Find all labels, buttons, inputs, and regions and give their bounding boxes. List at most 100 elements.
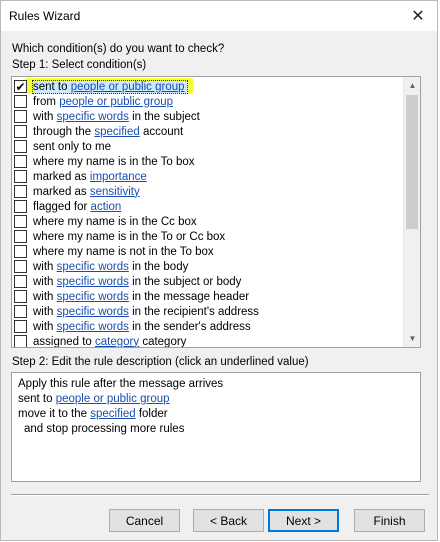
close-button[interactable]: ✕ xyxy=(399,1,437,31)
condition-checkbox[interactable] xyxy=(14,215,27,228)
condition-checkbox[interactable] xyxy=(14,305,27,318)
condition-row[interactable]: ✔ sent to people or public group xyxy=(14,78,403,94)
window-title: Rules Wizard xyxy=(9,9,81,23)
condition-label: with specific words in the subject or bo… xyxy=(33,276,243,288)
condition-label: sent only to me xyxy=(33,141,113,153)
condition-list[interactable]: ✔ sent to people or public group from peop… xyxy=(11,76,421,348)
condition-checkbox[interactable] xyxy=(14,140,27,153)
condition-label: where my name is not in the To box xyxy=(33,246,216,258)
text-segment: in the message header xyxy=(128,290,250,303)
text-segment: with xyxy=(33,290,57,303)
condition-label: sent to people or public group xyxy=(32,79,188,94)
text-segment: with xyxy=(33,320,57,333)
condition-label: through the specified account xyxy=(33,126,185,138)
text-segment: assigned to xyxy=(33,335,96,348)
condition-checkbox[interactable] xyxy=(14,95,27,108)
condition-checkbox[interactable] xyxy=(14,230,27,243)
condition-scrollbar[interactable]: ▲ ▼ xyxy=(403,77,420,347)
text-segment: where my name is in the To box xyxy=(33,155,195,168)
condition-checkbox[interactable] xyxy=(14,320,27,333)
description-line: sent to people or public group xyxy=(18,392,414,407)
text-segment: where my name is in the Cc box xyxy=(33,215,197,228)
condition-value-link[interactable]: specific words xyxy=(57,111,129,123)
condition-checkbox[interactable] xyxy=(14,185,27,198)
condition-checkbox[interactable] xyxy=(14,200,27,213)
condition-row[interactable]: flagged for action xyxy=(14,199,403,214)
condition-checkbox[interactable] xyxy=(14,110,27,123)
condition-value-link[interactable]: specified xyxy=(90,408,135,420)
chevron-up-icon[interactable]: ▲ xyxy=(404,77,421,94)
condition-checkbox[interactable] xyxy=(14,290,27,303)
condition-row[interactable]: with specific words in the subject xyxy=(14,109,403,124)
text-segment: flagged for xyxy=(33,200,91,213)
condition-value-link[interactable]: importance xyxy=(90,171,147,183)
text-segment: and stop processing more rules xyxy=(24,423,185,435)
close-icon: ✕ xyxy=(411,8,425,25)
wizard-body: Which condition(s) do you want to check?… xyxy=(1,31,437,540)
cancel-button[interactable]: Cancel xyxy=(109,509,180,532)
description-line: and stop processing more rules xyxy=(18,422,414,437)
condition-checkbox[interactable] xyxy=(14,275,27,288)
condition-row[interactable]: with specific words in the subject or bo… xyxy=(14,274,403,289)
chevron-down-icon[interactable]: ▼ xyxy=(404,330,421,347)
condition-label: where my name is in the To or Cc box xyxy=(33,231,227,243)
condition-checkbox[interactable]: ✔ xyxy=(14,80,27,93)
next-button[interactable]: Next > xyxy=(268,509,339,532)
text-segment: through the xyxy=(33,125,95,138)
condition-value-link[interactable]: people or public group xyxy=(59,96,173,108)
condition-value-link[interactable]: specific words xyxy=(57,291,129,303)
rule-description-box: Apply this rule after the message arrive… xyxy=(11,372,421,482)
condition-row[interactable]: where my name is not in the To box xyxy=(14,244,403,259)
text-segment: where my name is not in the To box xyxy=(33,245,214,258)
step2-label: Step 2: Edit the rule description (click… xyxy=(12,356,309,368)
condition-checkbox[interactable] xyxy=(14,335,27,347)
condition-row[interactable]: marked as sensitivity xyxy=(14,184,403,199)
condition-value-link[interactable]: action xyxy=(91,201,122,213)
condition-value-link[interactable]: people or public group xyxy=(71,81,185,93)
condition-checkbox[interactable] xyxy=(14,170,27,183)
condition-row[interactable]: through the specified account xyxy=(14,124,403,139)
condition-row[interactable]: where my name is in the To box xyxy=(14,154,403,169)
condition-label: assigned to category category xyxy=(33,336,188,348)
condition-row[interactable]: with specific words in the body xyxy=(14,259,403,274)
text-segment: with xyxy=(33,305,57,318)
text-segment: in the sender's address xyxy=(128,320,251,333)
text-segment: with xyxy=(33,260,57,273)
condition-value-link[interactable]: specified xyxy=(94,126,139,138)
condition-checkbox[interactable] xyxy=(14,260,27,273)
description-line: move it to the specified folder xyxy=(18,407,414,422)
condition-label: where my name is in the To box xyxy=(33,156,197,168)
condition-label: flagged for action xyxy=(33,201,123,213)
condition-row[interactable]: with specific words in the recipient's a… xyxy=(14,304,403,319)
finish-button[interactable]: Finish xyxy=(354,509,425,532)
text-segment: sent only to me xyxy=(33,140,111,153)
condition-row[interactable]: where my name is in the To or Cc box xyxy=(14,229,403,244)
text-segment: in the subject xyxy=(128,110,200,123)
condition-row[interactable]: marked as importance xyxy=(14,169,403,184)
description-line: Apply this rule after the message arrive… xyxy=(18,377,414,392)
condition-checkbox[interactable] xyxy=(14,245,27,258)
condition-value-link[interactable]: category xyxy=(95,336,139,348)
condition-row[interactable]: where my name is in the Cc box xyxy=(14,214,403,229)
condition-checkbox[interactable] xyxy=(14,155,27,168)
condition-value-link[interactable]: people or public group xyxy=(56,393,170,405)
condition-row[interactable]: with specific words in the message heade… xyxy=(14,289,403,304)
title-bar: Rules Wizard ✕ xyxy=(1,1,437,31)
condition-value-link[interactable]: sensitivity xyxy=(90,186,140,198)
condition-row[interactable]: assigned to category category xyxy=(14,334,403,347)
condition-value-link[interactable]: specific words xyxy=(57,276,129,288)
condition-value-link[interactable]: specific words xyxy=(57,306,129,318)
condition-row[interactable]: from people or public group xyxy=(14,94,403,109)
scroll-thumb[interactable] xyxy=(406,95,418,229)
back-button[interactable]: < Back xyxy=(193,509,264,532)
text-segment: sent to xyxy=(18,393,56,405)
text-segment: sent to xyxy=(33,80,71,93)
text-segment: category xyxy=(139,335,187,348)
condition-value-link[interactable]: specific words xyxy=(57,261,129,273)
text-segment: with xyxy=(33,110,57,123)
condition-row[interactable]: with specific words in the sender's addr… xyxy=(14,319,403,334)
condition-value-link[interactable]: specific words xyxy=(57,321,129,333)
divider xyxy=(11,494,429,496)
condition-row[interactable]: sent only to me xyxy=(14,139,403,154)
condition-checkbox[interactable] xyxy=(14,125,27,138)
